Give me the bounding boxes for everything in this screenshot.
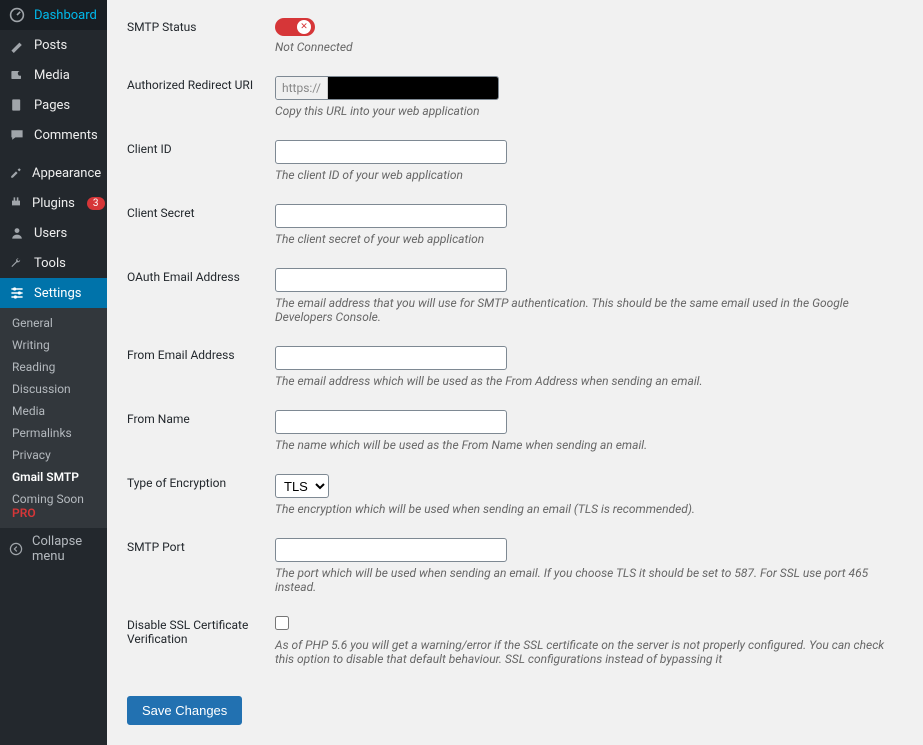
encryption-desc: The encryption which will be used when s…: [275, 502, 903, 516]
sidebar-item-posts[interactable]: Posts: [0, 30, 107, 60]
sidebar-item-pages[interactable]: Pages: [0, 90, 107, 120]
smtp-status-label: SMTP Status: [127, 18, 275, 34]
sidebar-item-media[interactable]: Media: [0, 60, 107, 90]
sidebar-item-label: Media: [34, 68, 70, 83]
redirect-uri-label: Authorized Redirect URI: [127, 76, 275, 92]
from-name-desc: The name which will be used as the From …: [275, 438, 903, 452]
redirect-uri-desc: Copy this URL into your web application: [275, 104, 903, 118]
sidebar-item-label: Tools: [34, 256, 66, 271]
submenu-reading[interactable]: Reading: [0, 356, 107, 378]
sidebar-item-dashboard[interactable]: Dashboard: [0, 0, 107, 30]
smtp-port-desc: The port which will be used when sending…: [275, 566, 903, 594]
settings-submenu: General Writing Reading Discussion Media…: [0, 308, 107, 528]
redirect-uri-box[interactable]: https://: [275, 76, 499, 100]
dashboard-icon: [8, 6, 26, 24]
from-email-label: From Email Address: [127, 346, 275, 362]
plugin-icon: [8, 194, 24, 212]
brush-icon: [8, 164, 24, 182]
submenu-gmail-smtp[interactable]: Gmail SMTP: [0, 466, 107, 488]
client-secret-input[interactable]: [275, 204, 507, 228]
sidebar-item-label: Plugins: [32, 196, 75, 211]
client-secret-desc: The client secret of your web applicatio…: [275, 232, 903, 246]
encryption-select[interactable]: TLS: [275, 474, 329, 498]
smtp-port-input[interactable]: [275, 538, 507, 562]
smtp-port-label: SMTP Port: [127, 538, 275, 554]
page-icon: [8, 96, 26, 114]
submenu-coming-soon[interactable]: Coming Soon PRO: [0, 488, 107, 524]
url-scheme: https://: [276, 77, 328, 99]
from-name-label: From Name: [127, 410, 275, 426]
pin-icon: [8, 36, 26, 54]
media-icon: [8, 66, 26, 84]
client-id-label: Client ID: [127, 140, 275, 156]
save-button[interactable]: Save Changes: [127, 696, 242, 725]
submenu-media[interactable]: Media: [0, 400, 107, 422]
user-icon: [8, 224, 26, 242]
oauth-email-label: OAuth Email Address: [127, 268, 275, 284]
sidebar-item-comments[interactable]: Comments: [0, 120, 107, 150]
redacted-url: [328, 77, 498, 99]
sidebar-item-label: Pages: [34, 98, 70, 113]
submenu-general[interactable]: General: [0, 312, 107, 334]
sidebar-item-tools[interactable]: Tools: [0, 248, 107, 278]
comment-icon: [8, 126, 26, 144]
from-name-input[interactable]: [275, 410, 507, 434]
sidebar-item-users[interactable]: Users: [0, 218, 107, 248]
sidebar-item-label: Dashboard: [34, 8, 97, 23]
submenu-permalinks[interactable]: Permalinks: [0, 422, 107, 444]
submenu-writing[interactable]: Writing: [0, 334, 107, 356]
sidebar-item-label: Posts: [34, 38, 67, 53]
settings-form: SMTP Status ✕ Not Connected Authorized R…: [107, 0, 923, 745]
admin-sidebar: Dashboard Posts Media Pages Comments App…: [0, 0, 107, 745]
sidebar-item-settings[interactable]: Settings: [0, 278, 107, 308]
smtp-status-toggle[interactable]: ✕: [275, 18, 315, 36]
collapse-menu[interactable]: Collapse menu: [0, 528, 107, 570]
oauth-email-input[interactable]: [275, 268, 507, 292]
disable-ssl-desc: As of PHP 5.6 you will get a warning/err…: [275, 638, 903, 666]
sidebar-item-label: Settings: [34, 286, 81, 301]
close-icon: ✕: [297, 20, 311, 34]
from-email-input[interactable]: [275, 346, 507, 370]
sliders-icon: [8, 284, 26, 302]
collapse-label: Collapse menu: [32, 534, 99, 564]
encryption-label: Type of Encryption: [127, 474, 275, 490]
sidebar-item-appearance[interactable]: Appearance: [0, 158, 107, 188]
sidebar-item-label: Users: [34, 226, 67, 241]
plugins-badge: 3: [87, 197, 105, 210]
sidebar-item-label: Appearance: [32, 166, 101, 181]
submenu-discussion[interactable]: Discussion: [0, 378, 107, 400]
disable-ssl-label: Disable SSL Certificate Verification: [127, 616, 275, 646]
submenu-privacy[interactable]: Privacy: [0, 444, 107, 466]
sidebar-item-label: Comments: [34, 128, 98, 143]
wrench-icon: [8, 254, 26, 272]
smtp-status-desc: Not Connected: [275, 40, 903, 54]
from-email-desc: The email address which will be used as …: [275, 374, 903, 388]
client-secret-label: Client Secret: [127, 204, 275, 220]
collapse-icon: [8, 540, 24, 558]
client-id-desc: The client ID of your web application: [275, 168, 903, 182]
client-id-input[interactable]: [275, 140, 507, 164]
sidebar-item-plugins[interactable]: Plugins 3: [0, 188, 107, 218]
oauth-email-desc: The email address that you will use for …: [275, 296, 903, 324]
disable-ssl-checkbox[interactable]: [275, 616, 289, 630]
